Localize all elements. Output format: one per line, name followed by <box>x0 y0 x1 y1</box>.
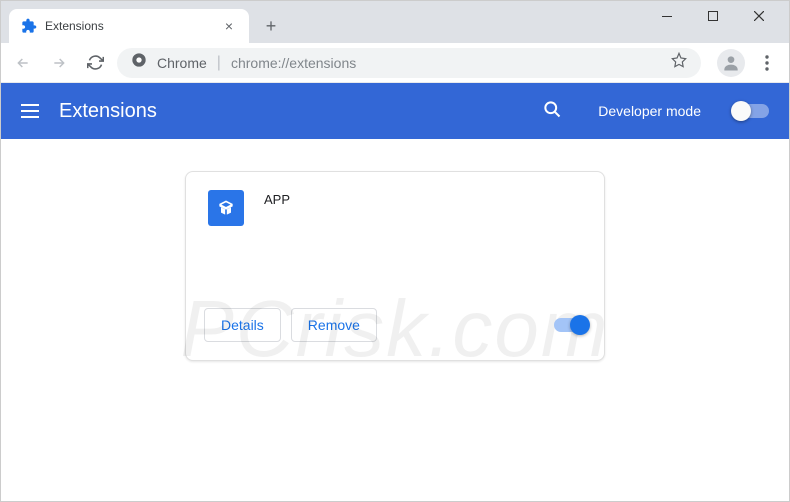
window-controls <box>644 0 790 12</box>
reload-button[interactable] <box>81 49 109 77</box>
new-tab-button[interactable]: + <box>257 12 285 40</box>
extension-card: APP Details Remove <box>185 171 605 361</box>
bookmark-star-icon[interactable] <box>671 52 687 73</box>
address-bar[interactable]: Chrome | chrome://extensions <box>117 48 701 78</box>
kebab-menu-icon[interactable] <box>753 49 781 77</box>
forward-button[interactable] <box>45 49 73 77</box>
toolbar: Chrome | chrome://extensions <box>1 43 789 83</box>
extension-app-icon <box>208 190 244 226</box>
details-button[interactable]: Details <box>204 308 281 342</box>
developer-mode-toggle[interactable] <box>733 104 769 118</box>
url-divider: | <box>217 54 221 72</box>
close-window-button[interactable] <box>736 0 782 32</box>
hamburger-menu-icon[interactable] <box>21 104 39 118</box>
tab-title: Extensions <box>45 19 213 33</box>
extensions-header: Extensions Developer mode <box>1 83 789 139</box>
extension-enable-toggle[interactable] <box>554 318 586 332</box>
extension-name: APP <box>264 192 290 308</box>
url-text: chrome://extensions <box>231 55 661 71</box>
minimize-button[interactable] <box>644 0 690 32</box>
search-icon[interactable] <box>542 99 562 124</box>
extension-card-actions: Details Remove <box>204 308 586 342</box>
browser-tab[interactable]: Extensions × <box>9 9 249 43</box>
developer-mode-label: Developer mode <box>598 103 701 119</box>
page-title: Extensions <box>59 100 522 123</box>
remove-button[interactable]: Remove <box>291 308 377 342</box>
maximize-button[interactable] <box>690 0 736 32</box>
url-scheme-label: Chrome <box>157 55 207 71</box>
extension-card-top: APP <box>204 190 586 308</box>
browser-window: Extensions × + Chrome | chrome://extensi… <box>0 0 790 502</box>
back-button[interactable] <box>9 49 37 77</box>
puzzle-icon <box>21 18 37 34</box>
chrome-logo-icon <box>131 52 147 73</box>
content-area: PCrisk.com APP Details Remove <box>1 139 789 501</box>
profile-avatar[interactable] <box>717 49 745 77</box>
close-tab-icon[interactable]: × <box>221 18 237 34</box>
